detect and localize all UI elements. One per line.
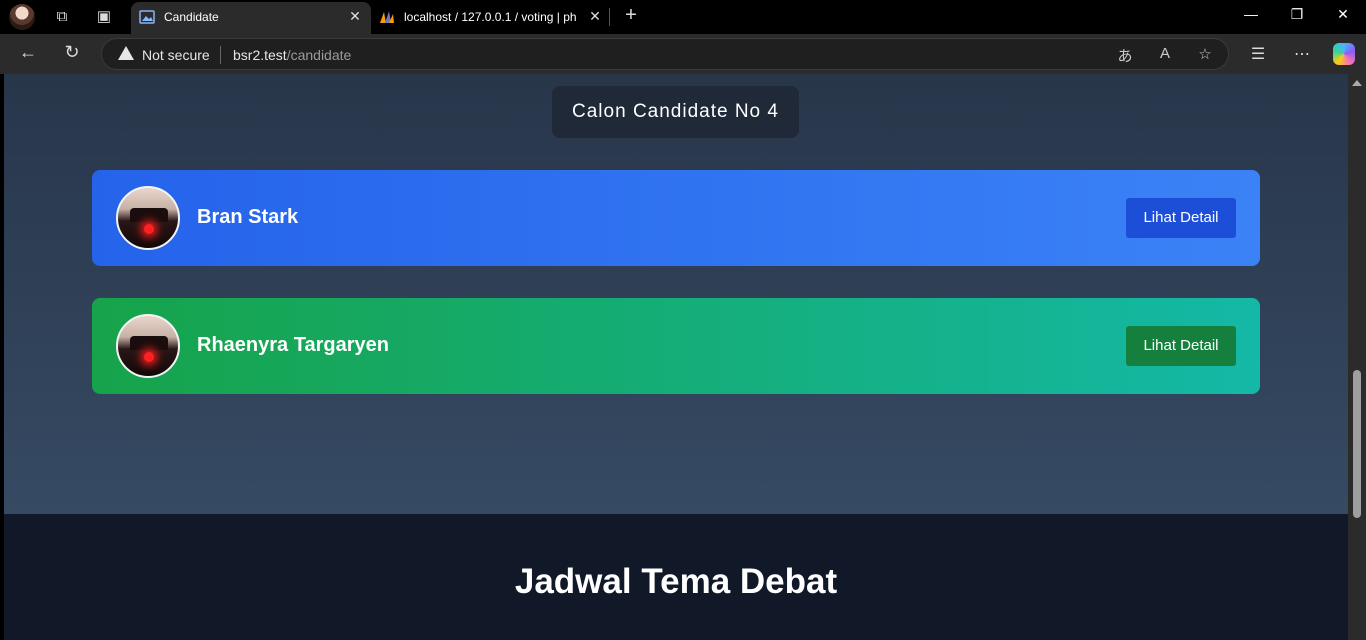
candidate-avatar xyxy=(116,314,180,378)
phpmyadmin-favicon-icon xyxy=(380,11,394,23)
image-favicon-icon xyxy=(139,10,155,24)
tab-actions-icon[interactable]: ▣ xyxy=(93,6,115,28)
candidate-card: Bran Stark Lihat Detail xyxy=(92,170,1260,266)
read-aloud-icon[interactable]: A xyxy=(1154,45,1176,62)
tab-candidate[interactable]: Candidate ✕ xyxy=(131,2,371,34)
url-separator xyxy=(220,46,221,64)
close-icon[interactable]: ✕ xyxy=(347,8,363,25)
candidate-heading: Calon Candidate No 4 xyxy=(552,86,799,138)
section-title: Jadwal Tema Debat xyxy=(514,562,838,601)
more-options-icon[interactable]: ⋯ xyxy=(1290,44,1314,64)
workspaces-icon[interactable]: ⧉ xyxy=(51,6,73,28)
warning-icon xyxy=(118,46,134,60)
candidate-card: Rhaenyra Targaryen Lihat Detail xyxy=(92,298,1260,394)
minimize-icon[interactable]: — xyxy=(1236,6,1266,22)
view-detail-button[interactable]: Lihat Detail xyxy=(1126,198,1236,238)
favorite-star-icon[interactable]: ☆ xyxy=(1194,45,1216,63)
back-arrow-icon[interactable]: ← xyxy=(16,42,40,63)
profile-avatar[interactable] xyxy=(9,4,35,30)
candidate-name: Rhaenyra Targaryen xyxy=(197,334,389,356)
plus-icon[interactable]: + xyxy=(620,4,642,27)
translate-icon[interactable]: あ xyxy=(1114,45,1136,66)
vertical-scrollbar[interactable] xyxy=(1348,74,1366,640)
url-host: bsr2.test xyxy=(233,47,287,63)
copilot-icon[interactable] xyxy=(1333,43,1355,65)
url-path: /candidate xyxy=(286,47,352,63)
browser-tab-bar: ⧉ ▣ Candidate ✕ localhost / 127.0.0.1 / … xyxy=(0,0,1366,34)
scroll-up-arrow-icon[interactable] xyxy=(1352,80,1362,86)
debate-schedule-section: Jadwal Tema Debat xyxy=(4,514,1348,640)
refresh-icon[interactable]: ↻ xyxy=(60,42,84,63)
restore-icon[interactable]: ❐ xyxy=(1282,6,1312,23)
window-close-icon[interactable]: ✕ xyxy=(1328,6,1358,23)
tab-title: localhost / 127.0.0.1 / voting | php xyxy=(404,10,576,24)
tab-separator xyxy=(609,8,610,26)
favorites-icon[interactable]: ☰ xyxy=(1246,44,1270,64)
url-text[interactable]: bsr2.test/candidate xyxy=(233,47,351,63)
address-bar[interactable]: Not secure bsr2.test/candidate あ A ☆ xyxy=(101,38,1229,70)
candidate-avatar xyxy=(116,186,180,250)
tab-title: Candidate xyxy=(164,10,219,24)
view-detail-button[interactable]: Lihat Detail xyxy=(1126,326,1236,366)
candidate-section: Calon Candidate No 4 Bran Stark Lihat De… xyxy=(4,74,1348,514)
candidate-name: Bran Stark xyxy=(197,206,299,228)
browser-toolbar: ← ↻ Not secure bsr2.test/candidate あ A ☆… xyxy=(0,34,1366,74)
security-label[interactable]: Not secure xyxy=(142,47,210,63)
scroll-thumb[interactable] xyxy=(1353,370,1361,518)
close-icon[interactable]: ✕ xyxy=(587,8,603,25)
page-viewport: Calon Candidate No 4 Bran Stark Lihat De… xyxy=(4,74,1348,640)
tab-phpmyadmin[interactable]: localhost / 127.0.0.1 / voting | php ✕ xyxy=(371,2,611,34)
